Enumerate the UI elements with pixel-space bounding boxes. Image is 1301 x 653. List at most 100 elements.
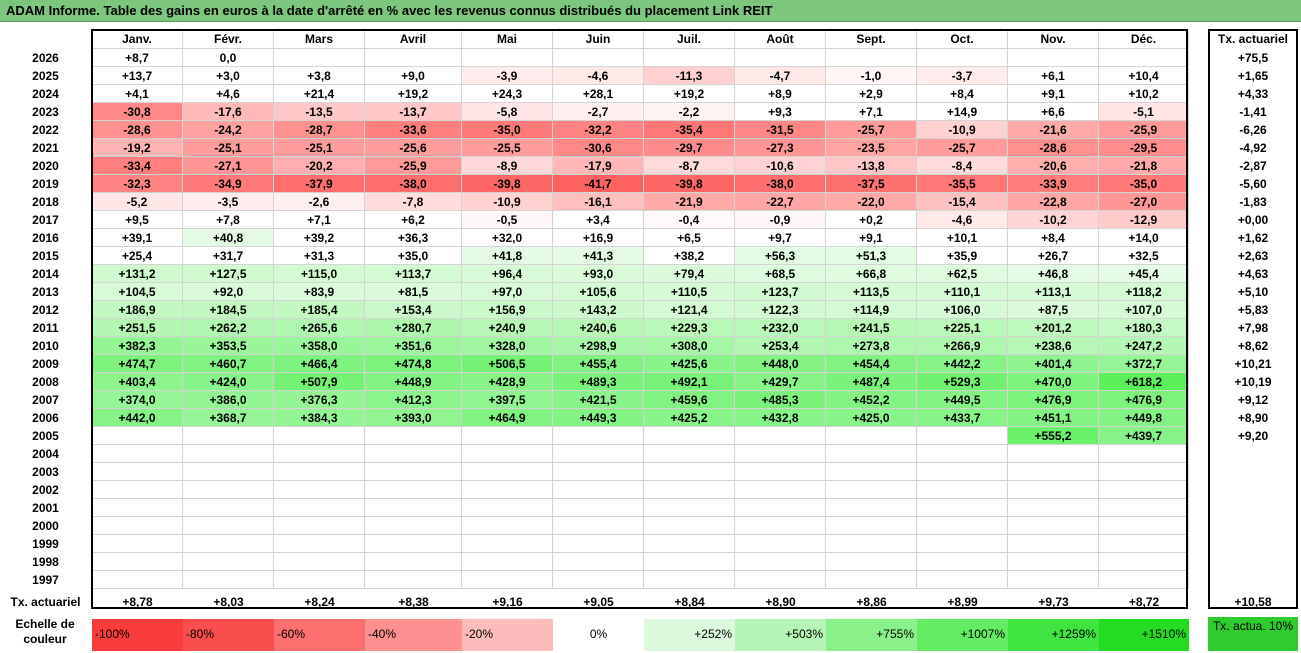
- year-label: 1997: [32, 573, 59, 587]
- value-cell: [462, 553, 553, 571]
- actuarial-cell: [1209, 499, 1297, 517]
- value-cell: -27,0: [1099, 193, 1189, 211]
- value-cell: [1008, 481, 1099, 499]
- value-cell: +62,5: [917, 265, 1008, 283]
- year-label: 2019: [32, 177, 59, 191]
- value-cell: +403,4: [92, 373, 183, 391]
- value-cell: -30,6: [553, 139, 644, 157]
- value-cell: +3,4: [553, 211, 644, 229]
- value-cell: [1008, 499, 1099, 517]
- value-cell: +21,4: [274, 85, 365, 103]
- value-cell: +113,5: [826, 283, 917, 301]
- year-label: 2010: [32, 339, 59, 353]
- actuarial-legend: Tx. actua. 10%: [1208, 617, 1298, 651]
- value-cell: [826, 535, 917, 553]
- value-cell: [274, 499, 365, 517]
- value-cell: -25,7: [826, 121, 917, 139]
- value-cell: +28,1: [553, 85, 644, 103]
- actuarial-cell: [1209, 535, 1297, 553]
- value-cell: +92,0: [183, 283, 274, 301]
- value-cell: +4,1: [92, 85, 183, 103]
- year-label: 2001: [32, 501, 59, 515]
- actuarial-cell: +7,98: [1237, 321, 1269, 335]
- value-cell: [274, 445, 365, 463]
- value-cell: -35,4: [644, 121, 735, 139]
- actuarial-cell: +75,5: [1237, 51, 1269, 65]
- value-cell: -25,5: [462, 139, 553, 157]
- value-cell: -38,0: [735, 175, 826, 193]
- value-cell: [183, 463, 274, 481]
- value-cell: [92, 499, 183, 517]
- value-cell: 0,0: [183, 49, 274, 67]
- year-label: 2003: [32, 465, 59, 479]
- value-cell: +9,1: [826, 229, 917, 247]
- month-header: Sept.: [826, 30, 917, 49]
- scale-swatch: -100%: [92, 619, 183, 651]
- value-cell: +452,2: [826, 391, 917, 409]
- value-cell: +41,3: [553, 247, 644, 265]
- value-cell: [553, 463, 644, 481]
- value-cell: [735, 553, 826, 571]
- actuarial-header: Tx. actuariel: [1217, 32, 1289, 46]
- year-label: 2018: [32, 195, 59, 209]
- year-label: 2009: [32, 357, 59, 371]
- footer-value: +8,86: [856, 595, 887, 609]
- value-cell: [274, 553, 365, 571]
- value-cell: +507,9: [274, 373, 365, 391]
- value-cell: +308,0: [644, 337, 735, 355]
- footer-label: Tx. actuariel: [10, 595, 81, 609]
- value-cell: [183, 571, 274, 589]
- year-label: 1999: [32, 537, 59, 551]
- value-cell: [553, 499, 644, 517]
- value-cell: +273,8: [826, 337, 917, 355]
- value-cell: +247,2: [1099, 337, 1189, 355]
- value-cell: +432,8: [735, 409, 826, 427]
- year-label: 2015: [32, 249, 59, 263]
- value-cell: [553, 517, 644, 535]
- value-cell: [183, 535, 274, 553]
- value-cell: +113,7: [365, 265, 462, 283]
- actuarial-cell: +10,21: [1234, 357, 1272, 371]
- value-cell: [553, 535, 644, 553]
- value-cell: +184,5: [183, 301, 274, 319]
- year-label: 2002: [32, 483, 59, 497]
- value-cell: +26,7: [1008, 247, 1099, 265]
- value-cell: -28,6: [1008, 139, 1099, 157]
- value-cell: +113,1: [1008, 283, 1099, 301]
- value-cell: -16,1: [553, 193, 644, 211]
- value-cell: +110,1: [917, 283, 1008, 301]
- value-cell: +122,3: [735, 301, 826, 319]
- value-cell: +68,5: [735, 265, 826, 283]
- value-cell: [274, 481, 365, 499]
- value-cell: +448,9: [365, 373, 462, 391]
- value-cell: +24,3: [462, 85, 553, 103]
- year-label: 2017: [32, 213, 59, 227]
- value-cell: -33,6: [365, 121, 462, 139]
- value-cell: -34,9: [183, 175, 274, 193]
- value-cell: +40,8: [183, 229, 274, 247]
- value-cell: +353,5: [183, 337, 274, 355]
- value-cell: +6,6: [1008, 103, 1099, 121]
- year-label: 2026: [32, 51, 59, 65]
- value-cell: +143,2: [553, 301, 644, 319]
- value-cell: +401,4: [1008, 355, 1099, 373]
- value-cell: [365, 481, 462, 499]
- value-cell: [644, 517, 735, 535]
- value-cell: [365, 571, 462, 589]
- value-cell: -3,7: [917, 67, 1008, 85]
- year-label: 2012: [32, 303, 59, 317]
- scale-swatch: -40%: [365, 619, 462, 651]
- value-cell: [826, 571, 917, 589]
- value-cell: +10,2: [1099, 85, 1189, 103]
- value-cell: [735, 463, 826, 481]
- value-cell: -20,2: [274, 157, 365, 175]
- value-cell: +32,0: [462, 229, 553, 247]
- value-cell: -30,8: [92, 103, 183, 121]
- value-cell: +376,3: [274, 391, 365, 409]
- actuarial-cell: [1209, 463, 1297, 481]
- value-cell: +31,7: [183, 247, 274, 265]
- value-cell: +83,9: [274, 283, 365, 301]
- value-cell: [365, 463, 462, 481]
- value-cell: +328,0: [462, 337, 553, 355]
- value-cell: +229,3: [644, 319, 735, 337]
